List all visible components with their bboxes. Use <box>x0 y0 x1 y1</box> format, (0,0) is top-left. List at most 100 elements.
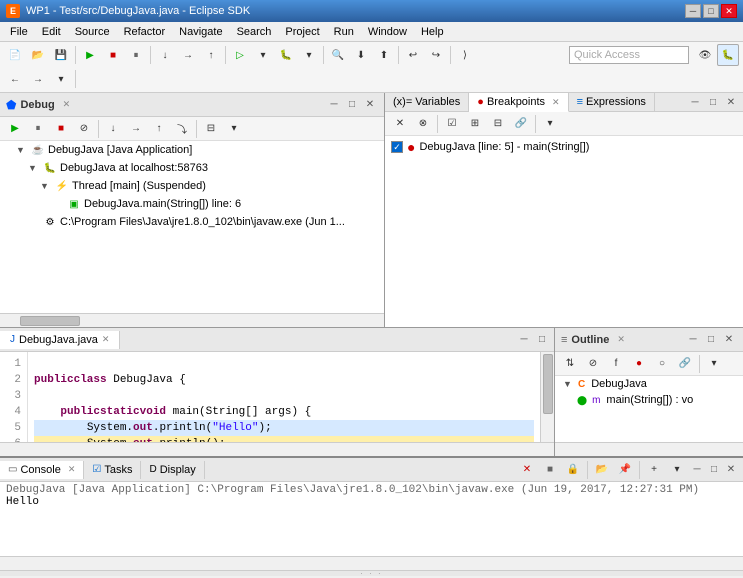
debug-hscroll-thumb[interactable] <box>20 316 80 326</box>
debug-tree-item-2[interactable]: ▼ ⚡ Thread [main] (Suspended) <box>0 177 384 195</box>
menu-run[interactable]: Run <box>328 24 360 40</box>
editor-tab-close[interactable]: ✕ <box>102 334 110 345</box>
title-bar-controls[interactable]: ─ □ ✕ <box>685 4 737 18</box>
outline-sort-btn[interactable]: ⇅ <box>559 353 581 375</box>
outline-tab-label[interactable]: Outline <box>571 334 609 346</box>
editor-maximize-btn[interactable]: □ <box>534 332 550 348</box>
menu-navigate[interactable]: Navigate <box>173 24 228 40</box>
resume-btn[interactable]: ▶ <box>4 118 26 140</box>
tab-console[interactable]: ▭ Console ✕ <box>0 461 84 479</box>
save-button[interactable]: 💾 <box>50 44 72 66</box>
outline-link-btn[interactable]: 🔗 <box>674 353 696 375</box>
menu-project[interactable]: Project <box>279 24 325 40</box>
new-button[interactable]: 📄 <box>4 44 26 66</box>
run-button[interactable]: ▷ <box>229 44 251 66</box>
run-dropdown-button[interactable]: ▾ <box>252 44 274 66</box>
console-minimize-btn[interactable]: ─ <box>689 462 705 478</box>
step-return-button[interactable]: ↑ <box>200 44 222 66</box>
remove-all-btn[interactable]: ⊗ <box>412 113 434 135</box>
outline-minimize-btn[interactable]: ─ <box>685 332 701 348</box>
remove-breakpoint-btn[interactable]: ✕ <box>389 113 411 135</box>
console-pin-btn[interactable]: 📌 <box>614 459 636 481</box>
prev-annotation-button[interactable]: ⬆ <box>373 44 395 66</box>
redo-button[interactable]: ↪ <box>425 44 447 66</box>
next-annotation-button[interactable]: ⬇ <box>350 44 372 66</box>
debug-hscroll[interactable] <box>0 313 384 327</box>
editor-hscroll[interactable] <box>0 442 554 456</box>
search-button[interactable]: 🔍 <box>327 44 349 66</box>
outline-item-method[interactable]: ⬤ m main(String[]) : vo <box>555 392 743 408</box>
console-scroll-lock-btn[interactable]: 🔒 <box>562 459 584 481</box>
debug-tab-close[interactable]: ✕ <box>63 99 71 110</box>
bp-minimize-button[interactable]: ─ <box>687 94 703 110</box>
link-with-debug-btn[interactable]: 🔗 <box>510 113 532 135</box>
menu-window[interactable]: Window <box>362 24 413 40</box>
step-return-dbg[interactable]: ↑ <box>148 118 170 140</box>
console-open-btn[interactable]: 📂 <box>591 459 613 481</box>
step-into-button[interactable]: ↓ <box>154 44 176 66</box>
console-hscroll[interactable] <box>0 556 743 570</box>
editor-content[interactable]: 1 2 3 4 5 6 7 8 9 public class DebugJava… <box>0 352 554 442</box>
outline-close-btn[interactable]: ✕ <box>721 332 737 348</box>
editor-tab-debugjava[interactable]: J DebugJava.java ✕ <box>0 331 120 349</box>
undo-button[interactable]: ↩ <box>402 44 424 66</box>
console-close-btn[interactable]: ✕ <box>723 462 739 478</box>
console-clear-btn[interactable]: ✕ <box>516 459 538 481</box>
expand-all-btn[interactable]: ⊞ <box>464 113 486 135</box>
bp-item-0[interactable]: ✓ ● DebugJava [line: 5] - main(String[]) <box>385 136 743 158</box>
outline-view-menu[interactable]: ▾ <box>703 353 725 375</box>
debug-tree-item-0[interactable]: ▼ ☕ DebugJava [Java Application] <box>0 141 384 159</box>
debug-launch-button[interactable]: 🐛 <box>275 44 297 66</box>
menu-edit[interactable]: Edit <box>36 24 67 40</box>
debug-tree-item-1[interactable]: ▼ 🐛 DebugJava at localhost:58763 <box>0 159 384 177</box>
breakpoints-close[interactable]: ✕ <box>552 97 560 108</box>
debug-tab-label[interactable]: Debug <box>20 99 54 111</box>
debug-close-button[interactable]: ✕ <box>362 97 378 113</box>
suspend-btn[interactable]: ⏸ <box>27 118 49 140</box>
close-button[interactable]: ✕ <box>721 4 737 18</box>
perspective-button[interactable]: 👁 <box>694 44 716 66</box>
forward-nav-button[interactable]: → <box>27 68 49 90</box>
debug-tree-item-3[interactable]: ▣ DebugJava.main(String[]) line: 6 <box>0 195 384 213</box>
maximize-button[interactable]: □ <box>703 4 719 18</box>
step-over-dbg[interactable]: → <box>125 118 147 140</box>
editor-minimize-btn[interactable]: ─ <box>516 332 532 348</box>
outline-close-icon[interactable]: ✕ <box>617 334 625 345</box>
quick-access-container[interactable]: Quick Access <box>569 46 689 64</box>
bp-view-menu[interactable]: ▾ <box>539 113 561 135</box>
bp-checkbox-0[interactable]: ✓ <box>391 141 403 153</box>
outline-hide-fields-btn[interactable]: f <box>605 353 627 375</box>
show-supported-btn[interactable]: ☑ <box>441 113 463 135</box>
menu-source[interactable]: Source <box>69 24 116 40</box>
menu-refactor[interactable]: Refactor <box>118 24 172 40</box>
menu-file[interactable]: File <box>4 24 34 40</box>
outline-hide-nondef-btn[interactable]: ○ <box>651 353 673 375</box>
tab-expressions[interactable]: ≡ Expressions <box>569 93 655 111</box>
debug-stop-button[interactable]: ■ <box>102 44 124 66</box>
outline-maximize-btn[interactable]: □ <box>703 332 719 348</box>
bp-close-button[interactable]: ✕ <box>723 94 739 110</box>
forward-button[interactable]: ⟩ <box>454 44 476 66</box>
step-over-button[interactable]: → <box>177 44 199 66</box>
debug-maximize-button[interactable]: □ <box>344 97 360 113</box>
debug-suspend-button[interactable]: ⏸ <box>125 44 147 66</box>
debug-tree-item-4[interactable]: ⚙ C:\Program Files\Java\jre1.8.0_102\bin… <box>0 213 384 231</box>
editor-vscroll-thumb[interactable] <box>543 354 553 414</box>
view-menu-btn[interactable]: ▾ <box>223 118 245 140</box>
console-maximize-btn[interactable]: □ <box>706 462 722 478</box>
console-display-btn[interactable]: ▾ <box>666 459 688 481</box>
menu-help[interactable]: Help <box>415 24 450 40</box>
bp-maximize-button[interactable]: □ <box>705 94 721 110</box>
collapse-all-bp-btn[interactable]: ⊟ <box>487 113 509 135</box>
code-area[interactable]: public class DebugJava { public static v… <box>28 352 540 442</box>
back-nav-button[interactable]: ← <box>4 68 26 90</box>
nav-dropdown-button[interactable]: ▾ <box>50 68 72 90</box>
open-button[interactable]: 📂 <box>27 44 49 66</box>
debug-resume-button[interactable]: ▶ <box>79 44 101 66</box>
outline-hscroll[interactable] <box>555 442 743 456</box>
outline-filter-btn[interactable]: ⊘ <box>582 353 604 375</box>
menu-search[interactable]: Search <box>231 24 278 40</box>
minimize-button[interactable]: ─ <box>685 4 701 18</box>
perspective-debug-button[interactable]: 🐛 <box>717 44 739 66</box>
debug-minimize-button[interactable]: ─ <box>326 97 342 113</box>
